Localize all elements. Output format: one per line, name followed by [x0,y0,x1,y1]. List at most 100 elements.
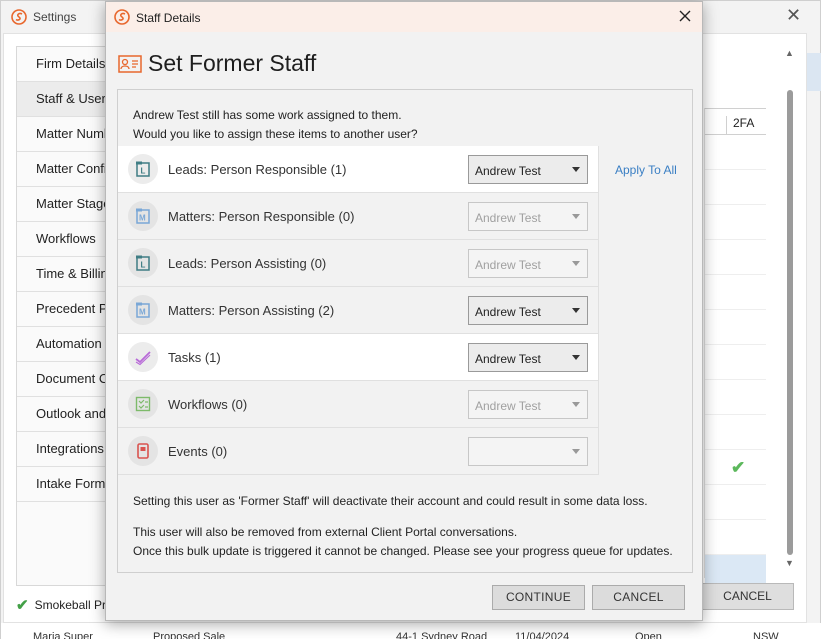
scrollbar-thumb[interactable] [787,90,793,555]
svg-text:L: L [141,167,146,176]
bg-cell: 44-1 Sydney Road [396,631,488,639]
bg-cell: NSW [753,631,779,639]
dropdown-value: Andrew Test [475,258,541,272]
note-bulk-update: Once this bulk update is triggered it ca… [133,544,673,558]
bg-cell: 11/04/2024 [515,631,570,639]
event-icon [128,436,158,466]
apply-column: Apply To All [598,146,693,475]
assignee-dropdown[interactable]: Andrew Test [468,155,588,184]
table-row[interactable] [705,415,766,450]
svg-text:M: M [139,308,146,317]
table-row[interactable] [705,310,766,345]
assignment-row-leads-assisting: L Leads: Person Assisting (0) Andrew Tes… [118,240,598,287]
settings-close-icon[interactable]: ✕ [786,6,802,24]
background-list-row: Maria Super Proposed Sale 44-1 Sydney Ro… [1,623,821,639]
table-row[interactable] [705,345,766,380]
chevron-down-icon [572,355,580,360]
lead-icon: L [128,248,158,278]
cancel-button[interactable]: CANCEL [592,585,685,610]
lead-icon: L [128,154,158,184]
table-row[interactable]: ✔ [705,450,766,485]
dropdown-value: Andrew Test [475,352,541,366]
scrollbar[interactable]: ▲ ▼ [784,48,796,568]
assignment-label: Leads: Person Responsible (1) [168,162,347,177]
chevron-down-icon [572,214,580,219]
dialog-body: Andrew Test still has some work assigned… [117,89,693,573]
assignment-label: Leads: Person Assisting (0) [168,256,327,271]
dialog-heading: Set Former Staff [148,50,317,76]
assignment-list: L Leads: Person Responsible (1) Andrew T… [118,146,598,475]
table-row[interactable] [705,485,766,520]
assignment-row-matters-responsible: M Matters: Person Responsible (0) Andrew… [118,193,598,240]
table-row[interactable] [705,240,766,275]
dropdown-value: Andrew Test [475,305,541,319]
former-staff-icon [118,54,142,73]
table-row[interactable] [705,275,766,310]
settings-cancel-button[interactable]: CANCEL [701,583,794,610]
assignment-row-events: Events (0) [118,428,598,475]
settings-title: Settings [33,10,77,24]
intro-line-2: Would you like to assign these items to … [133,127,418,141]
dialog-titlebar: Staff Details [106,2,702,32]
assignment-label: Workflows (0) [168,397,248,412]
table-row[interactable] [705,520,766,555]
assignment-row-tasks: Tasks (1) Andrew Test [118,334,598,381]
chevron-down-icon [572,449,580,454]
table-header: 2FA [705,108,766,135]
intro-line-1: Andrew Test still has some work assigned… [133,108,402,122]
dialog-header: Set Former Staff [118,50,316,77]
close-icon[interactable] [676,7,694,25]
bg-cell: Proposed Sale [153,631,226,639]
table-row[interactable] [705,205,766,240]
assignee-dropdown[interactable]: Andrew Test [468,296,588,325]
table-row[interactable] [705,380,766,415]
chevron-down-icon [572,261,580,266]
assignment-label: Events (0) [168,444,228,459]
assignment-row-workflows: Workflows (0) Andrew Test [118,381,598,428]
scroll-up-icon[interactable]: ▲ [785,48,794,58]
matter-icon: M [128,295,158,325]
apply-to-all-link[interactable]: Apply To All [615,163,677,177]
svg-text:L: L [141,261,146,270]
continue-button[interactable]: CONTINUE [492,585,585,610]
scroll-down-icon[interactable]: ▼ [785,558,794,568]
table-row[interactable] [705,170,766,205]
dropdown-value: Andrew Test [475,164,541,178]
note-data-loss: Setting this user as 'Former Staff' will… [133,494,648,508]
column-header-2fa: 2FA [733,116,755,130]
status-text: Smokeball Pro [34,598,113,612]
chevron-down-icon [572,167,580,172]
smokeball-logo-icon [11,9,27,25]
staff-details-dialog: Staff Details Set Former Staff Andrew Te… [105,1,703,621]
table-row[interactable] [705,135,766,170]
staff-table: 2FA ✔ [704,108,766,590]
assignee-dropdown[interactable]: Andrew Test [468,343,588,372]
workflow-icon [128,389,158,419]
assignment-row-leads-responsible: L Leads: Person Responsible (1) Andrew T… [118,146,598,193]
warning-notes: Setting this user as 'Former Staff' will… [133,492,673,561]
smokeball-logo-icon [114,9,130,25]
dropdown-value: Andrew Test [475,399,541,413]
assignment-label: Tasks (1) [168,350,221,365]
dialog-title: Staff Details [136,11,201,25]
chevron-down-icon [572,402,580,407]
assignee-dropdown: Andrew Test [468,390,588,419]
assignee-dropdown: Andrew Test [468,202,588,231]
matter-icon: M [128,201,158,231]
task-icon [128,342,158,372]
assignment-label: Matters: Person Assisting (2) [168,303,335,318]
assignment-label: Matters: Person Responsible (0) [168,209,355,224]
status-area: ✔ Smokeball Pro [16,596,113,614]
assignee-dropdown [468,437,588,466]
bg-cell: Open [635,631,662,639]
assignment-row-matters-assisting: M Matters: Person Assisting (2) Andrew T… [118,287,598,334]
svg-text:M: M [139,214,146,223]
assignee-dropdown: Andrew Test [468,249,588,278]
chevron-down-icon [572,308,580,313]
bg-cell: Maria Super [33,631,93,639]
dropdown-value: Andrew Test [475,211,541,225]
2fa-check-icon: ✔ [731,458,746,477]
intro-text: Andrew Test still has some work assigned… [133,106,418,144]
note-client-portal: This user will also be removed from exte… [133,525,518,539]
header-highlight [807,53,821,91]
